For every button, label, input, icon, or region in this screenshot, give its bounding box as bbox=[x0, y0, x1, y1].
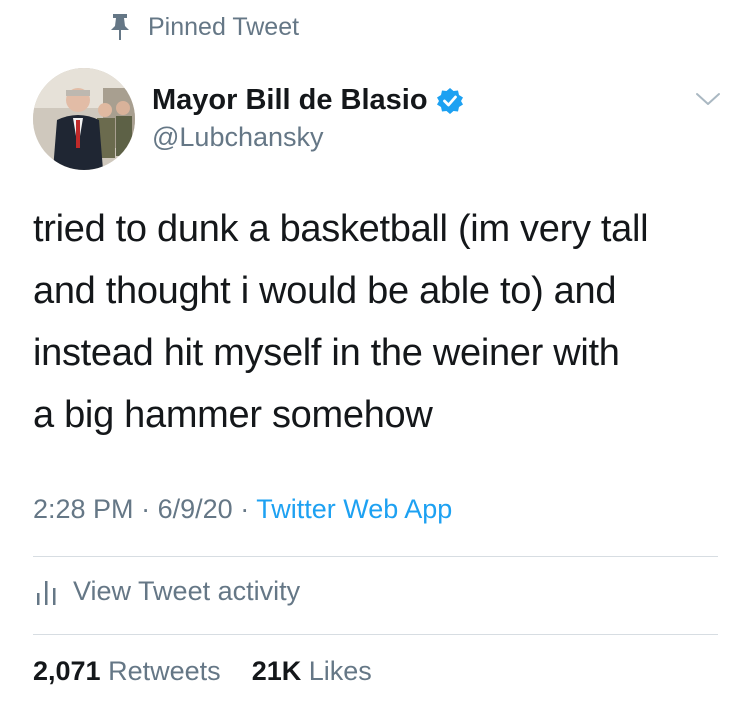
tweet-stats: 2,071 Retweets 21K Likes bbox=[33, 656, 372, 687]
tweet-meta: 2:28 PM · 6/9/20 · Twitter Web App bbox=[33, 494, 452, 525]
chevron-down-icon[interactable] bbox=[694, 90, 722, 108]
tweet-source-link[interactable]: Twitter Web App bbox=[256, 494, 452, 524]
tweet-text: tried to dunk a basketball (im very tall… bbox=[33, 208, 649, 436]
author-name-row[interactable]: Mayor Bill de Blasio bbox=[152, 84, 464, 117]
display-name[interactable]: Mayor Bill de Blasio bbox=[152, 84, 428, 117]
avatar-image bbox=[33, 68, 135, 170]
author-handle[interactable]: @Lubchansky bbox=[152, 122, 324, 153]
activity-label: View Tweet activity bbox=[73, 576, 301, 606]
likes-label[interactable]: Likes bbox=[309, 656, 372, 686]
avatar[interactable] bbox=[33, 68, 135, 170]
meta-separator: · bbox=[240, 494, 250, 524]
retweets-label[interactable]: Retweets bbox=[108, 656, 221, 686]
pinned-label: Pinned Tweet bbox=[148, 12, 300, 41]
meta-separator: · bbox=[141, 494, 151, 524]
tweet-date[interactable]: 6/9/20 bbox=[158, 494, 233, 524]
view-tweet-activity-button[interactable]: View Tweet activity bbox=[33, 576, 300, 607]
likes-count[interactable]: 21K bbox=[252, 656, 302, 686]
tweet-time[interactable]: 2:28 PM bbox=[33, 494, 134, 524]
verified-badge-icon bbox=[436, 87, 463, 114]
bar-chart-icon bbox=[37, 580, 56, 605]
divider bbox=[33, 634, 718, 635]
retweets-count[interactable]: 2,071 bbox=[33, 656, 101, 686]
pin-icon bbox=[111, 14, 129, 40]
divider bbox=[33, 556, 718, 557]
pinned-indicator: Pinned Tweet bbox=[108, 12, 299, 42]
